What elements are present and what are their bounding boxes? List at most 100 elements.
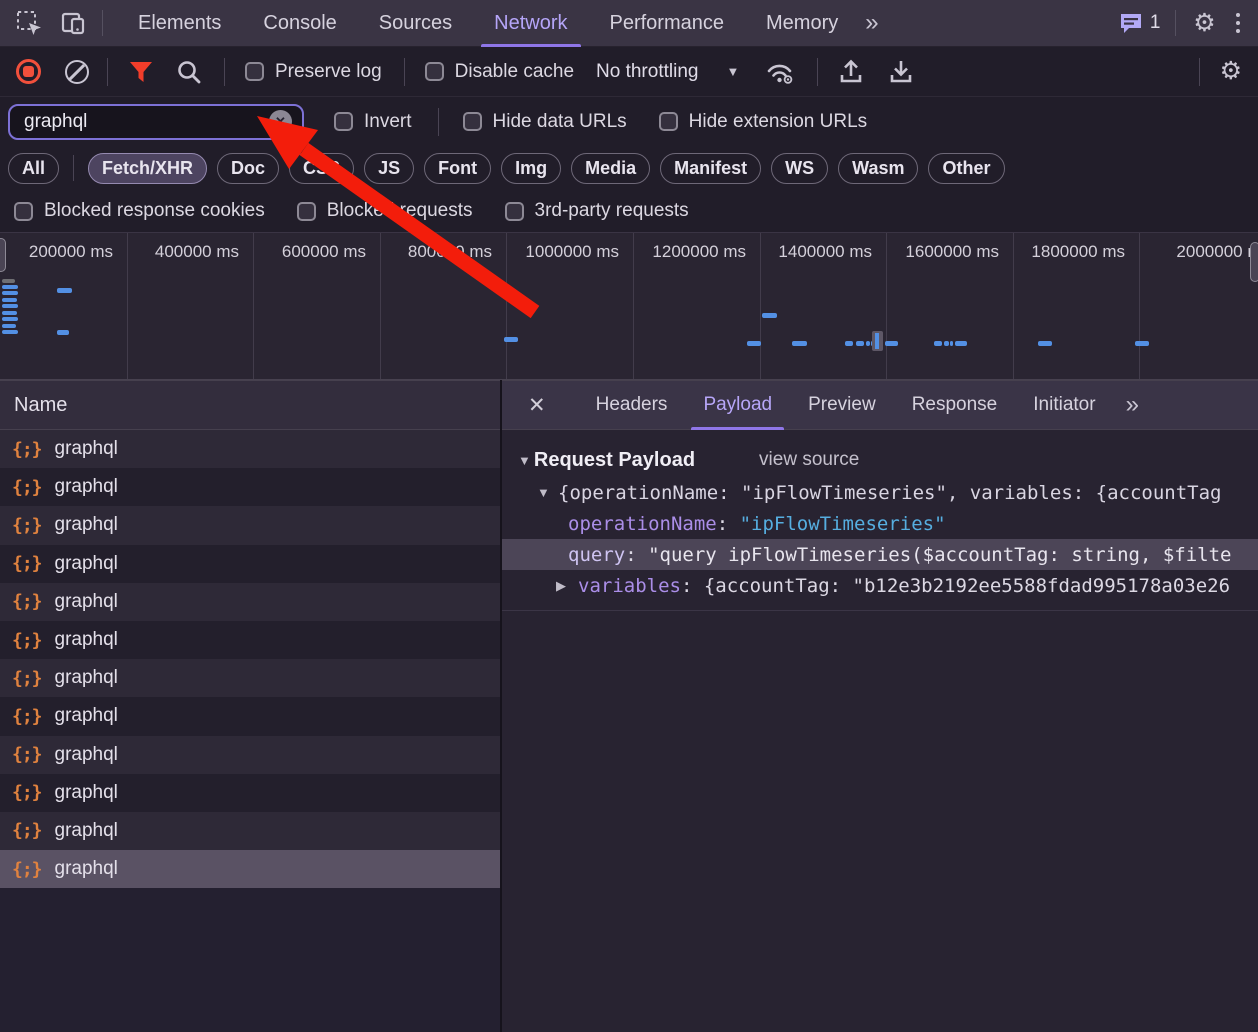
detail-more-tabs-icon[interactable]: » <box>1126 391 1137 419</box>
checkbox[interactable] <box>297 202 316 221</box>
more-tabs-icon[interactable]: » <box>865 9 876 37</box>
clear-network-log-icon[interactable] <box>65 60 89 84</box>
chip-other[interactable]: Other <box>928 153 1004 184</box>
checkbox[interactable] <box>334 112 353 131</box>
json-resource-icon: {;} <box>12 820 42 841</box>
filter-text-input[interactable]: graphql ✕ <box>8 104 304 140</box>
request-row[interactable]: {;}graphql <box>0 468 500 506</box>
checkbox[interactable] <box>245 62 264 81</box>
request-row[interactable]: {;}graphql <box>0 506 500 544</box>
import-har-icon[interactable] <box>838 58 864 85</box>
checkbox[interactable] <box>659 112 678 131</box>
request-name: graphql <box>55 629 118 651</box>
invert-checkbox[interactable]: Invert <box>334 111 412 133</box>
blocked-requests-checkbox[interactable]: Blocked requests <box>297 200 473 222</box>
request-row[interactable]: {;}graphql <box>0 430 500 468</box>
chip-font[interactable]: Font <box>424 153 491 184</box>
name-column-header[interactable]: Name <box>0 380 500 430</box>
timeline-tick-label: 1600000 ms <box>905 242 999 262</box>
json-resource-icon: {;} <box>12 668 42 689</box>
tab-memory[interactable]: Memory <box>745 0 859 47</box>
checkbox-label: 3rd-party requests <box>535 200 689 222</box>
disable-cache-checkbox[interactable]: Disable cache <box>425 61 574 83</box>
payload-preview-row[interactable]: ▼ {operationName: "ipFlowTimeseries", va… <box>502 477 1258 508</box>
request-name: graphql <box>55 858 118 880</box>
request-row[interactable]: {;}graphql <box>0 545 500 583</box>
chip-css[interactable]: CSS <box>289 153 354 184</box>
request-row[interactable]: {;}graphql <box>0 774 500 812</box>
chip-manifest[interactable]: Manifest <box>660 153 761 184</box>
tabbar-separator <box>1175 10 1176 36</box>
request-row[interactable]: {;}graphql <box>0 850 500 888</box>
chip-img[interactable]: Img <box>501 153 561 184</box>
timeline-right-handle[interactable] <box>1250 242 1258 282</box>
request-row[interactable]: {;} graphql <box>0 659 500 697</box>
tab-elements[interactable]: Elements <box>117 0 242 47</box>
blocked-response-cookies-checkbox[interactable]: Blocked response cookies <box>14 200 265 222</box>
throttling-dropdown[interactable]: No throttling ▼ <box>596 61 739 83</box>
request-row[interactable]: {;}graphql <box>0 812 500 850</box>
close-detail-icon[interactable]: ✕ <box>520 391 554 420</box>
tab-console[interactable]: Console <box>242 0 357 47</box>
payload-tree-row-variables[interactable]: ▶variables: {accountTag: "b12e3b2192ee55… <box>502 570 1258 601</box>
filter-funnel-icon[interactable] <box>128 60 154 84</box>
payload-tree-row-operationName[interactable]: operationName: "ipFlowTimeseries" <box>502 508 1258 539</box>
chip-doc[interactable]: Doc <box>217 153 279 184</box>
network-settings-gear-icon[interactable]: ⚙ <box>1220 59 1242 84</box>
detail-tab-preview[interactable]: Preview <box>790 380 894 430</box>
request-row[interactable]: {;}graphql <box>0 583 500 621</box>
chip-ws[interactable]: WS <box>771 153 828 184</box>
timeline-tick-label: 2000000 ms <box>1176 242 1258 262</box>
timeline-left-handle[interactable] <box>0 238 6 272</box>
tab-network[interactable]: Network <box>473 0 588 47</box>
request-row[interactable]: {;}graphql <box>0 736 500 774</box>
timeline-tick-label: 1200000 ms <box>652 242 746 262</box>
detail-tab-initiator[interactable]: Initiator <box>1015 380 1113 430</box>
detail-tab-payload[interactable]: Payload <box>685 380 790 430</box>
inspect-element-icon[interactable] <box>14 8 44 38</box>
record-network-log-button[interactable] <box>16 59 41 84</box>
chip-all[interactable]: All <box>8 153 59 184</box>
json-resource-icon: {;} <box>12 630 42 651</box>
chip-js[interactable]: JS <box>364 153 414 184</box>
kebab-menu-icon[interactable] <box>1230 9 1247 38</box>
blocked-filters-row: Blocked response cookies Blocked requests… <box>0 190 1258 232</box>
row-caret-down-icon[interactable]: ▼ <box>537 485 550 500</box>
checkbox[interactable] <box>14 202 33 221</box>
devtools-window: ElementsConsoleSourcesNetworkPerformance… <box>0 0 1258 1032</box>
chip-fetchxhr[interactable]: Fetch/XHR <box>88 153 207 184</box>
chip-wasm[interactable]: Wasm <box>838 153 918 184</box>
settings-gear-icon[interactable]: ⚙ <box>1190 8 1220 38</box>
checkbox[interactable] <box>463 112 482 131</box>
timeline-request-bar <box>2 311 17 315</box>
network-overview-timeline[interactable]: 200000 ms400000 ms600000 ms800000 ms1000… <box>0 232 1258 380</box>
checkbox[interactable] <box>425 62 444 81</box>
export-har-icon[interactable] <box>888 58 914 85</box>
request-row[interactable]: {;} graphql <box>0 621 500 659</box>
row-caret-right-icon[interactable]: ▶ <box>556 578 566 594</box>
tab-sources[interactable]: Sources <box>358 0 473 47</box>
request-row[interactable]: {;}graphql <box>0 697 500 735</box>
request-name: graphql <box>55 667 118 689</box>
filter-input-value: graphql <box>24 111 269 133</box>
detail-tab-response[interactable]: Response <box>894 380 1016 430</box>
hide-extension-urls-checkbox[interactable]: Hide extension URLs <box>659 111 867 133</box>
checkbox[interactable] <box>505 202 524 221</box>
payload-tree-row-query[interactable]: query: "query ipFlowTimeseries($accountT… <box>502 539 1258 570</box>
issues-badge[interactable]: 1 <box>1119 12 1161 34</box>
preserve-log-checkbox[interactable]: Preserve log <box>245 61 382 83</box>
-rd-party-requests-checkbox[interactable]: 3rd-party requests <box>505 200 689 222</box>
detail-tab-headers[interactable]: Headers <box>578 380 686 430</box>
section-caret-down-icon[interactable]: ▼ <box>518 453 531 468</box>
hide-data-urls-checkbox[interactable]: Hide data URLs <box>463 111 627 133</box>
request-detail-panel: ✕ HeadersPayloadPreviewResponseInitiator… <box>502 380 1258 1032</box>
search-icon[interactable] <box>176 59 202 85</box>
timeline-request-bar <box>866 341 870 346</box>
clear-filter-icon[interactable]: ✕ <box>269 110 292 133</box>
view-source-link[interactable]: view source <box>759 449 859 471</box>
timeline-request-bar <box>504 337 518 342</box>
network-conditions-icon[interactable] <box>765 58 795 85</box>
tab-performance[interactable]: Performance <box>589 0 746 47</box>
chip-media[interactable]: Media <box>571 153 650 184</box>
device-toolbar-icon[interactable] <box>58 8 88 38</box>
